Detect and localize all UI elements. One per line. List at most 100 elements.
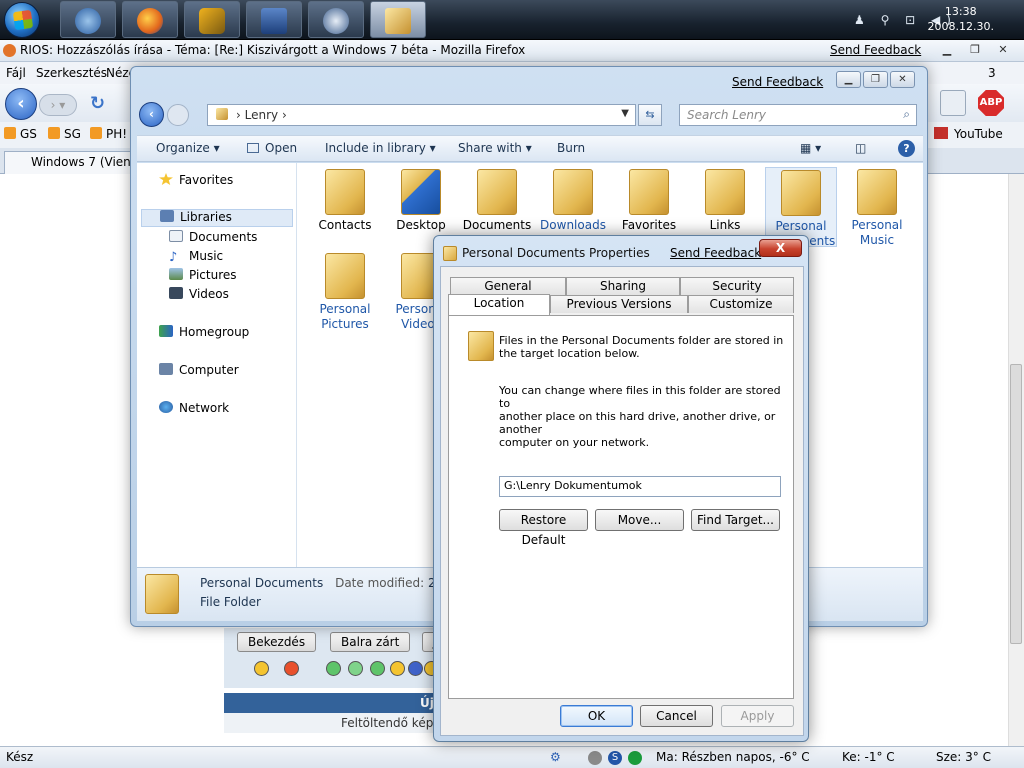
open-button[interactable]: Open [247,141,297,155]
nav-homegroup[interactable]: Homegroup [159,325,249,343]
location-path-input[interactable]: G:\Lenry Dokumentumok [499,476,781,497]
smiley-icon[interactable] [348,661,363,676]
maximize-icon[interactable]: ❐ [863,71,888,88]
weather-today[interactable]: Ma: Részben napos, -6° C [656,750,810,764]
weather-tue[interactable]: Ke: -1° C [842,750,895,764]
tab-customize[interactable]: Customize [688,295,794,313]
smiley-icon[interactable] [408,661,423,676]
explorer-search-input[interactable]: Search Lenry ⌕ [679,104,917,126]
taskbar-save-button[interactable] [246,1,302,38]
firefox-tab[interactable]: Windows 7 (Vienna [4,151,136,174]
firefox-send-feedback-link[interactable]: Send Feedback [830,43,921,57]
status-icon[interactable] [588,751,602,765]
close-icon[interactable]: ✕ [890,71,915,88]
minimize-icon[interactable]: ▁ [836,71,861,88]
include-in-library-menu[interactable]: Include in library ▾ [325,141,436,155]
status-addon-icon[interactable]: ⚙ [550,750,561,764]
pictures-icon [169,268,183,280]
taskbar-explorer-button[interactable] [370,1,426,38]
tab-general[interactable]: General [450,277,566,295]
firefox-status-bar: Kész ⚙ S Ma: Részben napos, -6° C Ke: -1… [0,746,1024,768]
skype-icon[interactable]: S [608,751,622,765]
contacts-folder-icon [325,169,365,215]
nav-documents[interactable]: Documents [169,230,257,248]
nav-network[interactable]: Network [159,401,229,419]
taskbar-app-button[interactable] [308,1,364,38]
smiley-icon[interactable] [326,661,341,676]
taskbar-winamp-button[interactable] [184,1,240,38]
restore-default-button[interactable]: Restore Default [499,509,588,547]
bookmark-ph[interactable]: PH! [90,127,127,141]
forum-paragraph-button[interactable]: Bekezdés [237,632,317,652]
taskbar-firefox-button[interactable] [122,1,178,38]
address-dropdown-icon[interactable]: ▼ [621,108,629,119]
nav-videos[interactable]: Videos [169,287,229,305]
explorer-window-controls: ▁ ❐ ✕ [834,71,915,88]
explorer-back-button[interactable]: ‹ [139,102,164,127]
nav-libraries[interactable]: Libraries [141,209,293,227]
move-button[interactable]: Move... [595,509,684,531]
angry-smiley-icon[interactable] [284,661,299,676]
menu-file[interactable]: Fájl [6,66,26,80]
tab-sharing[interactable]: Sharing [566,277,680,295]
location-help-text: You can change where files in this folde… [499,384,781,449]
cancel-button[interactable]: Cancel [640,705,713,727]
preview-pane-icon[interactable]: ◫ [855,141,866,155]
breadcrumb-lenry[interactable]: Lenry [245,108,279,122]
nav-computer[interactable]: Computer [159,363,239,381]
dialog-close-button[interactable]: X [759,239,802,257]
start-button[interactable] [4,2,40,38]
thunderbird-icon [75,8,101,34]
folder-personal-music[interactable]: Personal Music [841,167,913,247]
maximize-icon[interactable]: ❐ [962,42,988,58]
clock[interactable]: 13:38 2008.12.30. [928,4,994,34]
nav-favorites[interactable]: Favorites [159,173,233,191]
open-icon [247,143,259,153]
forum-align-left-button[interactable]: Balra zárt [330,632,411,652]
dialog-send-feedback-link[interactable]: Send Feedback [670,246,761,260]
explorer-forward-button[interactable] [167,104,189,126]
organize-menu[interactable]: Organize ▾ [156,141,220,155]
folder-contacts[interactable]: Contacts [309,167,381,247]
address-bar[interactable]: › Lenry › ▼ [207,104,636,126]
weather-wed[interactable]: Sze: 3° C [936,750,991,764]
close-icon[interactable]: ✕ [990,42,1016,58]
tab-previous-versions[interactable]: Previous Versions [550,295,688,313]
bookmark-sg[interactable]: SG [48,127,81,141]
smiley-icon[interactable] [254,661,269,676]
apply-button[interactable]: Apply [721,705,794,727]
nav-music[interactable]: ♪ Music [169,249,223,267]
scroll-thumb[interactable] [1010,364,1022,644]
minimize-icon[interactable]: ▁ [934,42,960,58]
smiley-icon[interactable] [370,661,385,676]
documents-folder-icon [477,169,517,215]
folder-personal-pictures[interactable]: Personal Pictures [309,251,381,331]
tab-location[interactable]: Location [448,294,550,315]
details-folder-icon [145,574,179,614]
burn-button[interactable]: Burn [557,141,585,155]
bookmark-youtube[interactable]: YouTube [934,127,1003,141]
ok-button[interactable]: OK [560,705,633,727]
menu-edit[interactable]: Szerkesztés [36,66,107,80]
firefox-reload-icon[interactable]: ↻ [90,93,105,114]
bookmark-gs[interactable]: GS [4,127,37,141]
smiley-icon[interactable] [390,661,405,676]
firefox-back-button[interactable]: ‹ [5,88,37,120]
firefox-scrollbar[interactable] [1008,174,1024,746]
explorer-send-feedback-link[interactable]: Send Feedback [732,75,823,89]
explorer-refresh-button[interactable]: ⇆ [638,104,662,126]
help-icon[interactable]: ? [898,140,915,157]
taskbar: ♟ ⚲ ⊡ ◀) 13:38 2008.12.30. [0,0,1024,40]
find-target-button[interactable]: Find Target... [691,509,780,531]
status-green-icon[interactable] [628,751,642,765]
menu-right-number: 3 [988,66,996,80]
nav-pictures[interactable]: Pictures [169,268,237,286]
taskbar-thunderbird-button[interactable] [60,1,116,38]
adblock-plus-icon[interactable]: ABP [978,90,1004,116]
tab-security[interactable]: Security [680,277,794,295]
firefox-toolbar-button[interactable] [940,90,966,116]
view-options-icon[interactable]: ▦ ▾ [800,141,821,155]
youtube-icon [934,127,948,139]
firefox-forward-button[interactable]: › ▾ [39,94,77,116]
share-with-menu[interactable]: Share with ▾ [458,141,532,155]
